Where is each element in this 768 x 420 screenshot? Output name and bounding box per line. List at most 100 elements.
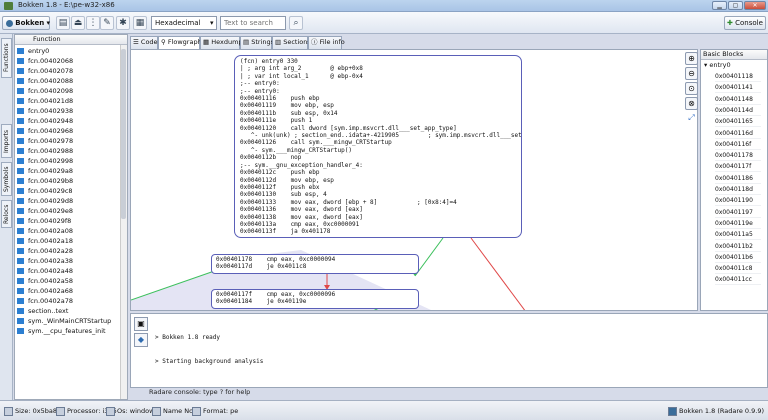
basic-block-list-item[interactable]: 0x0040114d — [715, 105, 761, 116]
function-list-item[interactable]: fcn.00402988 — [17, 146, 121, 156]
tab-imports[interactable]: Imports — [1, 124, 12, 158]
basic-block-list-item[interactable]: 0x0040119e — [715, 218, 761, 229]
function-list-item[interactable]: fcn.00402968 — [17, 126, 121, 136]
function-list-item[interactable]: fcn.00402a48 — [17, 266, 121, 276]
function-list-item[interactable]: fcn.00402a68 — [17, 286, 121, 296]
console-button[interactable]: ✚ Console — [724, 16, 766, 30]
basic-block-list-item[interactable]: 0x00401190 — [715, 195, 761, 207]
function-list-item[interactable]: sym.__cpu_features_init — [17, 326, 121, 336]
function-list-item[interactable]: fcn.004029e8 — [17, 206, 121, 216]
basic-block-list-item[interactable]: 0x00401197 — [715, 207, 761, 218]
bokken-logo-icon — [6, 19, 13, 27]
python-icon[interactable]: ◆ — [134, 333, 148, 347]
function-list-item[interactable]: fcn.00402a08 — [17, 226, 121, 236]
function-list-item[interactable]: fcn.00402948 — [17, 116, 121, 126]
function-list-item[interactable]: fcn.004029f8 — [17, 216, 121, 226]
basic-block-entry0[interactable]: (fcn) entry0 330 | ; arg int arg_2 @ ebp… — [234, 55, 522, 238]
function-list-item[interactable]: sym._WinMainCRTStartup — [17, 316, 121, 326]
basic-block-list-item[interactable]: 0x004011b6 — [715, 252, 761, 263]
wrench-icon[interactable]: ✎ — [100, 16, 114, 30]
function-list-item[interactable]: fcn.00402a38 — [17, 256, 121, 266]
tab-strings[interactable]: ▤ Strings — [240, 36, 274, 49]
view-tabs: ☰ Code ⚲ Flowgraph ▦ Hexdump ▤ Strings ▥… — [130, 36, 698, 50]
function-icon — [17, 78, 24, 84]
format-select[interactable]: Hexadecimal ▾ — [151, 16, 217, 30]
function-icon — [17, 178, 24, 184]
tab-flowgraph[interactable]: ⚲ Flowgraph — [158, 36, 202, 50]
basic-block-list-item[interactable]: 0x004011cc — [715, 274, 761, 286]
search-icon[interactable]: ⌕ — [289, 16, 303, 30]
function-list-item-label: fcn.00402a08 — [28, 227, 73, 235]
document-icon: ▤ — [243, 38, 250, 46]
idea-icon[interactable]: ✱ — [116, 16, 130, 30]
minimize-button[interactable]: ▁ — [712, 1, 727, 10]
save-icon[interactable]: ▤ — [56, 16, 70, 30]
exit-icon[interactable]: ⏏ — [71, 16, 85, 30]
function-icon — [17, 138, 24, 144]
flowgraph-canvas[interactable]: (fcn) entry0 330 | ; arg int arg_2 @ ebp… — [130, 49, 698, 311]
function-list-item[interactable]: fcn.00402088 — [17, 76, 121, 86]
basic-block-list-item[interactable]: 0x004011a5 — [715, 229, 761, 241]
function-list-item[interactable]: section..text — [17, 306, 121, 316]
tab-hexdump[interactable]: ▦ Hexdump — [200, 36, 243, 49]
function-list-item[interactable]: fcn.004029b8 — [17, 176, 121, 186]
function-list-item[interactable]: fcn.00402a58 — [17, 276, 121, 286]
zoom-in-icon[interactable]: ⊕ — [685, 52, 698, 65]
basic-block-0x0040117f[interactable]: 0x0040117f cmp eax, 0xc0000096 0x0040118… — [211, 289, 419, 309]
basic-block-0x00401178[interactable]: 0x00401178 cmp eax, 0xc0000094 0x0040117… — [211, 254, 419, 274]
tab-file-info[interactable]: ⓘ File info — [308, 36, 345, 49]
function-column-header[interactable]: Function — [15, 35, 127, 45]
function-list-item[interactable]: fcn.004029d8 — [17, 196, 121, 206]
terminal-icon[interactable]: ▣ — [134, 317, 148, 331]
function-list-item[interactable]: fcn.00402098 — [17, 86, 121, 96]
basic-block-list-item[interactable]: 0x00401165 — [715, 116, 761, 128]
tree-root-entry0[interactable]: ▾ entry0 — [704, 61, 731, 70]
basic-block-list-item[interactable]: 0x00401178 — [715, 150, 761, 162]
function-list-item[interactable]: fcn.00402978 — [17, 136, 121, 146]
bokken-menu-button[interactable]: Bokken ▾ — [2, 16, 50, 30]
function-list-item[interactable]: fcn.004029a8 — [17, 166, 121, 176]
basic-block-list-item[interactable]: 0x0040117f — [715, 161, 761, 173]
maximize-button[interactable]: ▢ — [728, 1, 743, 10]
tab-sections[interactable]: ▥ Sections — [272, 36, 311, 49]
function-list-item[interactable]: fcn.00402068 — [17, 56, 121, 66]
basic-blocks-header[interactable]: Basic Blocks — [701, 50, 767, 60]
basic-block-list-item[interactable]: 0x004011c8 — [715, 263, 761, 275]
function-list-item[interactable]: fcn.00402a18 — [17, 236, 121, 246]
zoom-out-icon[interactable]: ⊖ — [685, 67, 698, 80]
function-icon — [17, 258, 24, 264]
basic-block-list-item[interactable]: 0x00401118 — [715, 71, 761, 82]
zoom-fit-icon[interactable]: ⊙ — [685, 82, 698, 95]
function-list-item[interactable]: fcn.004021d8 — [17, 96, 121, 106]
tab-relocs[interactable]: Relocs — [1, 200, 12, 228]
scrollbar-thumb[interactable] — [121, 49, 126, 219]
basic-block-list-item[interactable]: 0x0040116f — [715, 139, 761, 150]
processor-icon — [56, 406, 65, 416]
basic-block-list-item[interactable]: 0x00401186 — [715, 173, 761, 184]
fullscreen-icon[interactable]: ⤢ — [685, 112, 698, 125]
search-input[interactable] — [220, 16, 286, 30]
function-list-item[interactable]: entry0 — [17, 46, 121, 56]
tab-symbols[interactable]: Symbols — [1, 162, 12, 196]
tab-functions[interactable]: Functions — [1, 38, 12, 78]
close-button[interactable]: ✕ — [744, 1, 766, 10]
function-list-item[interactable]: fcn.004029c8 — [17, 186, 121, 196]
basic-block-list-item[interactable]: 0x00401141 — [715, 82, 761, 94]
basic-block-list-item[interactable]: 0x004011b2 — [715, 241, 761, 252]
zoom-reset-icon[interactable]: ⊗ — [685, 97, 698, 110]
basic-block-list-item[interactable]: 0x0040118d — [715, 184, 761, 195]
function-list-item[interactable]: fcn.00402a28 — [17, 246, 121, 256]
basic-block-list-item[interactable]: 0x0040116d — [715, 128, 761, 139]
bookmark-icon[interactable]: ▦ — [133, 16, 147, 30]
function-icon — [17, 318, 24, 324]
tab-code[interactable]: ☰ Code — [130, 36, 158, 49]
function-list-item[interactable]: fcn.00402078 — [17, 66, 121, 76]
edge-red-false — [470, 237, 526, 310]
function-list-item[interactable]: fcn.00402a78 — [17, 296, 121, 306]
function-icon — [17, 128, 24, 134]
basic-block-list-item[interactable]: 0x00401148 — [715, 94, 761, 105]
function-header-label: Function — [33, 35, 61, 43]
function-list-item[interactable]: fcn.00402998 — [17, 156, 121, 166]
function-list-item[interactable]: fcn.00402938 — [17, 106, 121, 116]
function-list-item-label: fcn.00402a28 — [28, 247, 73, 255]
